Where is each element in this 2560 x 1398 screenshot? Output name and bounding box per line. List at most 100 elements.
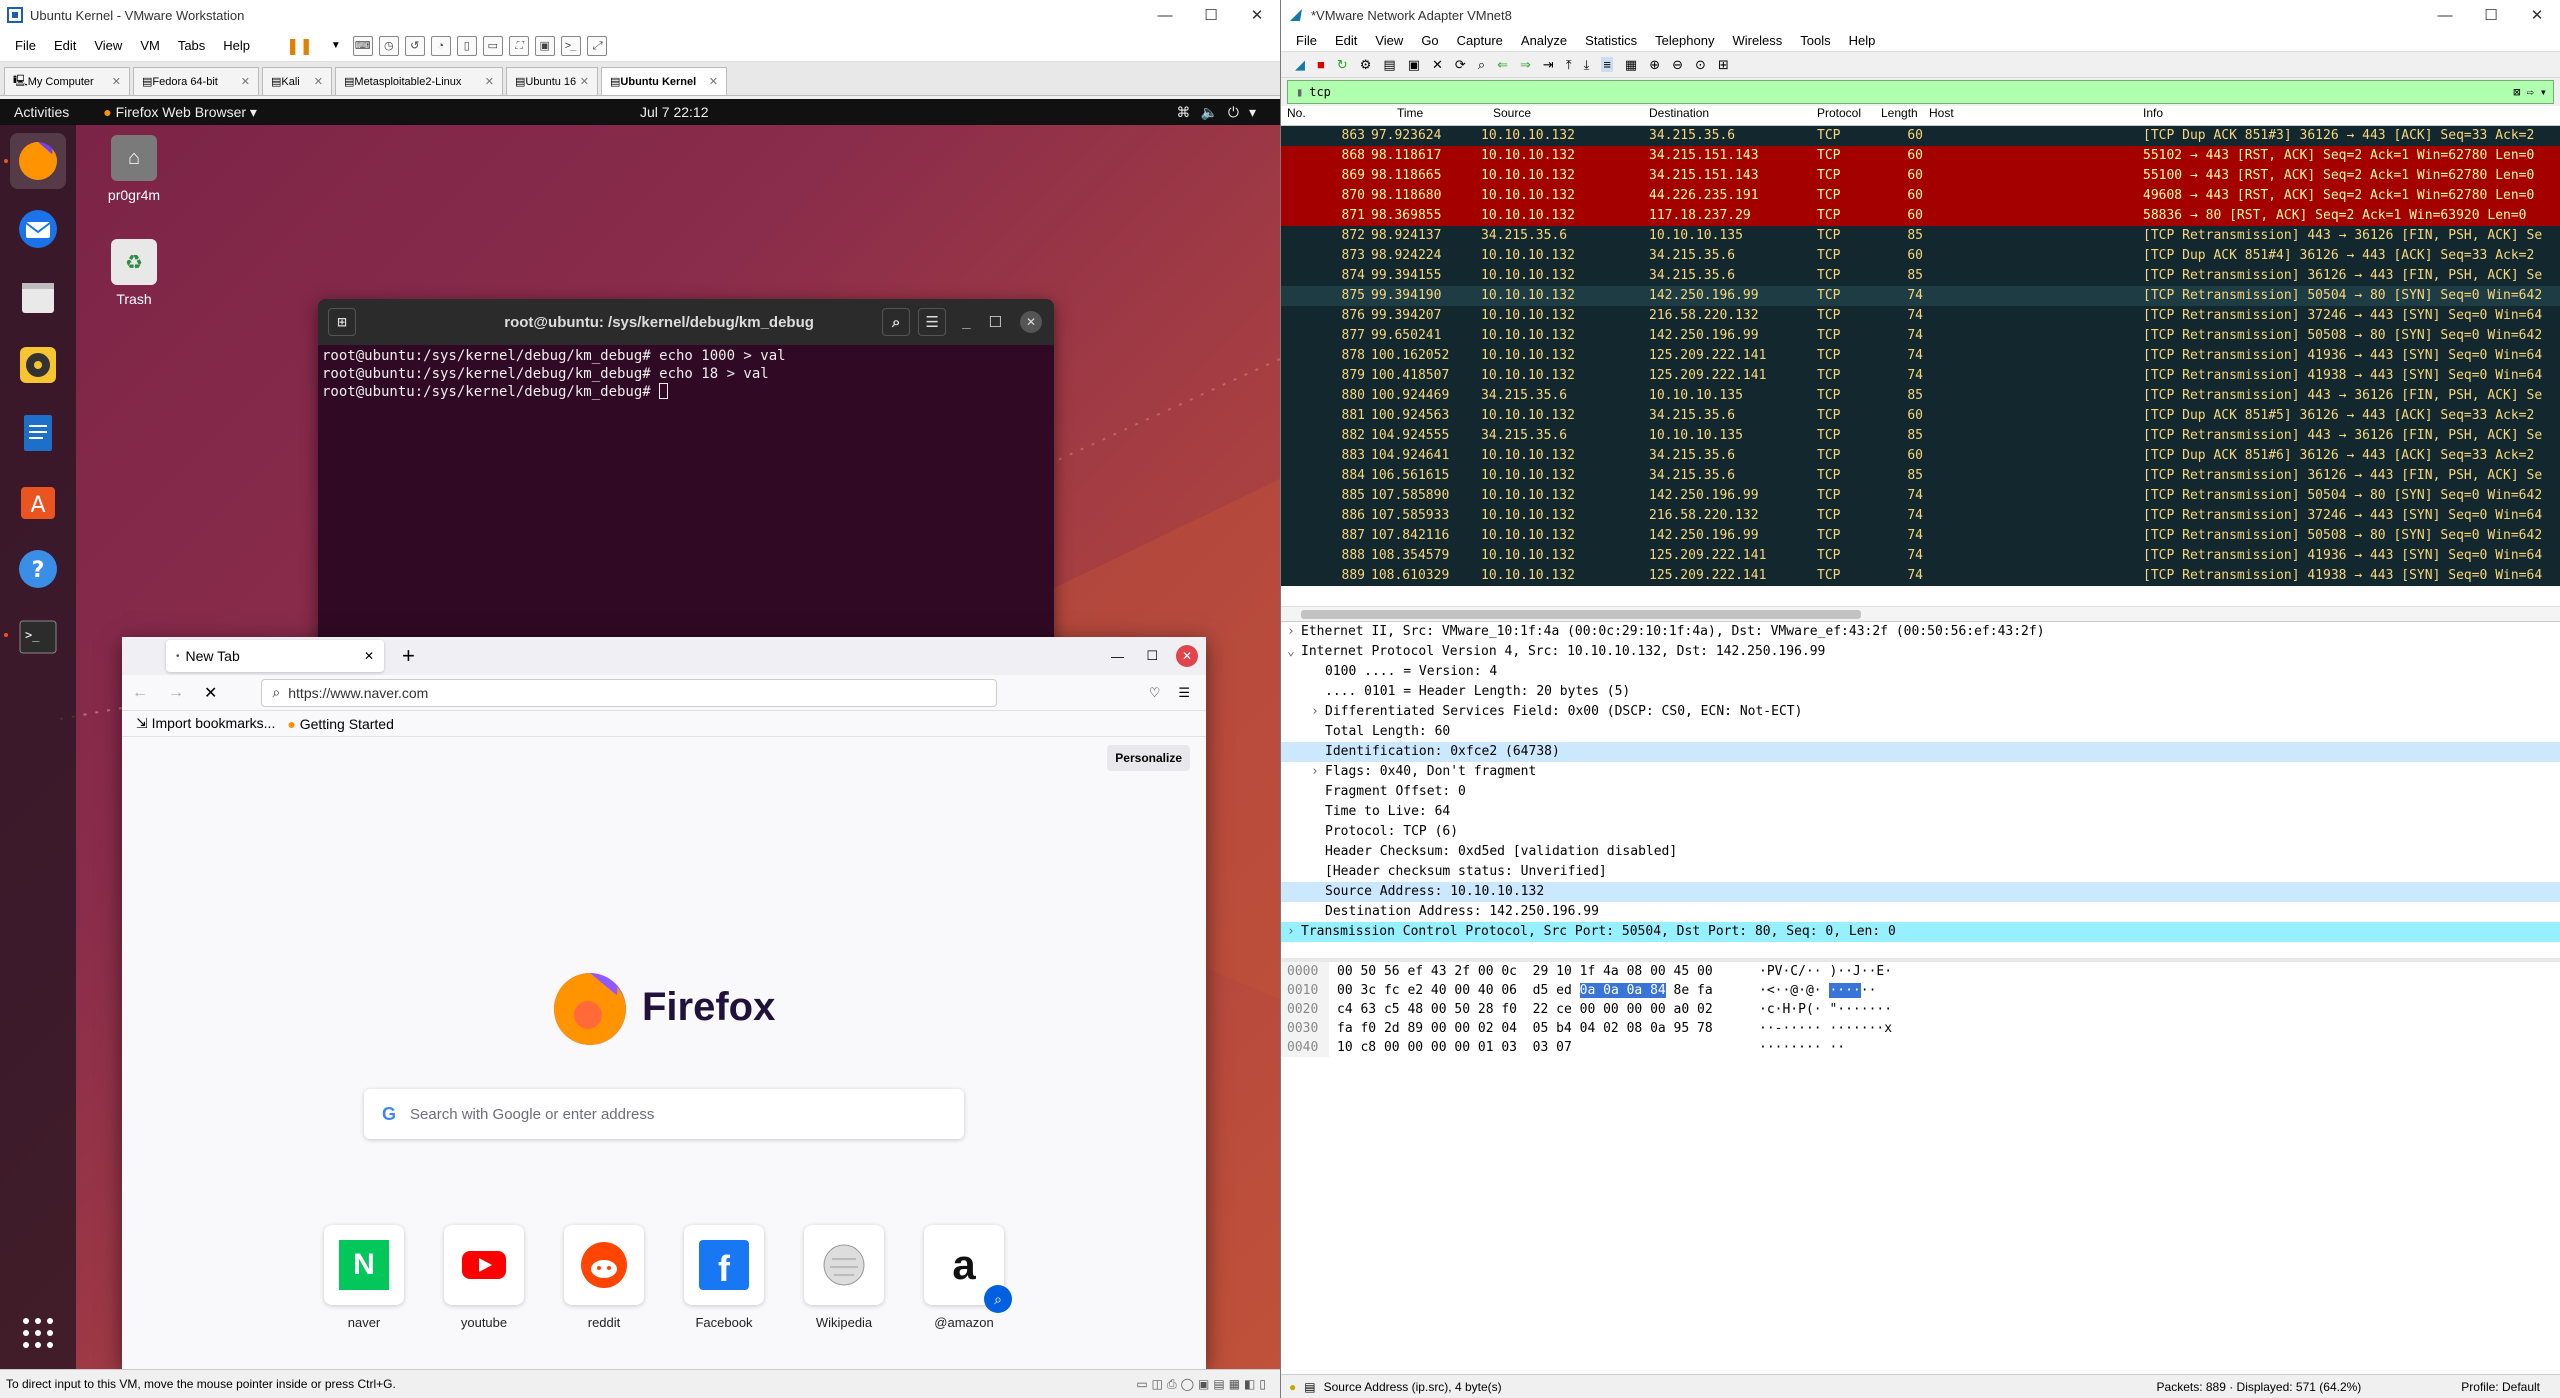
close-button[interactable]: ✕ <box>1176 645 1198 667</box>
packet-list[interactable]: 863 97.923624 10.10.10.132 34.215.35.6 TCP 60… <box>1281 126 2560 606</box>
go-last-icon[interactable]: ⤓ <box>1584 57 1590 73</box>
horizontal-scrollbar[interactable] <box>1281 606 2560 622</box>
detail-row[interactable]: [Header checksum status: Unverified] <box>1281 862 2560 882</box>
packet-row[interactable]: 872 98.924137 34.215.35.6 10.10.10.135 TCP 85… <box>1281 226 2560 246</box>
menu-tabs[interactable]: Tabs <box>169 38 214 53</box>
shortcut-naver[interactable]: N naver <box>324 1225 404 1330</box>
shortcut-facebook[interactable]: f Facebook <box>684 1225 764 1330</box>
capture-options-icon[interactable]: ⚙ <box>1360 57 1372 73</box>
back-button[interactable]: ← <box>132 684 148 702</box>
send-keys-icon[interactable]: ⌨ <box>352 35 373 56</box>
revert-snapshot-icon[interactable]: ↺ <box>404 35 425 56</box>
col-time[interactable]: Time <box>1365 106 1475 125</box>
snapshot-manager-icon[interactable]: ◔ <box>430 35 451 56</box>
detail-row[interactable]: ⌄ Internet Protocol Version 4, Src: 10.10… <box>1281 642 2560 662</box>
bytes-row[interactable]: 0040 10 c8 00 00 00 00 01 03 03 07 ·······… <box>1281 1038 2560 1057</box>
menu-go[interactable]: Go <box>1412 33 1447 48</box>
menu-help[interactable]: Help <box>1840 33 1885 48</box>
restart-capture-icon[interactable]: ↻ <box>1337 57 1348 73</box>
packet-row[interactable]: 874 99.394155 10.10.10.132 34.215.35.6 TCP 85… <box>1281 266 2560 286</box>
col-length[interactable]: Length <box>1875 106 1923 125</box>
display-filter-input[interactable]: ▮ tcp ⊠ ⇨ ▾ <box>1287 80 2554 104</box>
autoscroll-icon[interactable]: ≡ <box>1601 57 1613 72</box>
bytes-row[interactable]: 0000 00 50 56 ef 43 2f 00 0c 29 10 1f 4a … <box>1281 962 2560 981</box>
save-file-icon[interactable]: ▣ <box>1408 57 1420 73</box>
snapshot-icon[interactable]: ◷ <box>378 35 399 56</box>
menu-statistics[interactable]: Statistics <box>1576 33 1646 48</box>
go-forward-icon[interactable]: ⇒ <box>1520 57 1531 73</box>
packet-row[interactable]: 889 108.610329 10.10.10.132 125.209.222.141… <box>1281 566 2560 586</box>
bytes-row[interactable]: 0010 00 3c fc e2 40 00 40 06 d5 ed 0a 0a … <box>1281 981 2560 1000</box>
close-icon[interactable]: ✕ <box>241 75 250 88</box>
clear-filter-icon[interactable]: ⊠ <box>2513 85 2520 99</box>
maximize-button[interactable]: ☐ <box>1146 648 1158 664</box>
close-icon[interactable]: ✕ <box>485 75 494 88</box>
clock[interactable]: Jul 7 22:12 <box>640 104 709 120</box>
go-back-icon[interactable]: ⇐ <box>1497 57 1508 73</box>
bookmark-filter-icon[interactable]: ▮ <box>1296 85 1303 99</box>
minimize-button[interactable]: _ <box>962 314 970 331</box>
chevron-down-icon[interactable]: ▾ <box>2540 85 2547 99</box>
expander-icon[interactable]: ⌄ <box>1287 642 1301 662</box>
col-host[interactable]: Host <box>1923 106 2137 125</box>
app-menu[interactable]: ● Firefox Web Browser ▾ <box>83 104 257 121</box>
menu-vm[interactable]: VM <box>131 38 169 53</box>
firefox-icon[interactable] <box>10 133 66 189</box>
bookmark-import[interactable]: ⇲ Import bookmarks... <box>136 715 275 732</box>
detail-row[interactable]: Fragment Offset: 0 <box>1281 782 2560 802</box>
col-protocol[interactable]: Protocol <box>1811 106 1875 125</box>
detail-row[interactable]: Protocol: TCP (6) <box>1281 822 2560 842</box>
activities-button[interactable]: Activities <box>0 104 83 120</box>
url-bar[interactable]: ⌕ https://www.naver.com <box>261 678 998 707</box>
apply-filter-icon[interactable]: ⇨ <box>2527 85 2534 99</box>
detail-row[interactable]: Total Length: 60 <box>1281 722 2560 742</box>
close-file-icon[interactable]: ✕ <box>1432 57 1443 73</box>
capture-file-icon[interactable]: ▤ <box>1304 1380 1315 1394</box>
close-button[interactable]: ✕ <box>1234 0 1280 30</box>
packet-row[interactable]: 880 100.924469 34.215.35.6 10.10.10.135 TCP 8… <box>1281 386 2560 406</box>
detail-row[interactable]: › Transmission Control Protocol, Src Port… <box>1281 922 2560 942</box>
hamburger-menu-icon[interactable]: ☰ <box>1178 685 1190 701</box>
search-box[interactable]: G Search with Google or enter address <box>364 1089 964 1139</box>
zoom-reset-icon[interactable]: ⊙ <box>1695 57 1706 73</box>
terminal-output[interactable]: root@ubuntu:/sys/kernel/debug/km_debug# … <box>318 345 1054 403</box>
expert-info-icon[interactable]: ● <box>1289 1380 1296 1394</box>
minimize-button[interactable]: — <box>1142 0 1188 30</box>
start-capture-icon[interactable]: ◢ <box>1295 57 1305 73</box>
menu-file[interactable]: File <box>1287 33 1326 48</box>
packet-row[interactable]: 873 98.924224 10.10.10.132 34.215.35.6 TCP 60… <box>1281 246 2560 266</box>
go-first-icon[interactable]: ⤒ <box>1566 57 1572 73</box>
shortcut-amazon[interactable]: a ⌕ @amazon <box>924 1225 1012 1330</box>
shortcut-wikipedia[interactable]: Wikipedia <box>804 1225 884 1330</box>
col-no[interactable]: No. <box>1281 106 1365 125</box>
menu-file[interactable]: File <box>6 38 45 53</box>
find-packet-icon[interactable]: ⌕ <box>1478 57 1485 73</box>
device-icons[interactable]: ▭◫⎙◯▣▤▦◧▯ <box>1136 1377 1270 1392</box>
desktop-icon-home[interactable]: ⌂ pr0gr4m <box>84 135 184 203</box>
packet-row[interactable]: 884 106.561615 10.10.10.132 34.215.35.6 TCP 8… <box>1281 466 2560 486</box>
close-icon[interactable]: ✕ <box>709 75 718 88</box>
packet-row[interactable]: 879 100.418507 10.10.10.132 125.209.222.141… <box>1281 366 2560 386</box>
forward-button[interactable]: → <box>168 684 184 702</box>
expander-icon[interactable]: › <box>1311 762 1325 782</box>
packet-row[interactable]: 887 107.842116 10.10.10.132 142.250.196.99 T… <box>1281 526 2560 546</box>
detail-row[interactable]: Time to Live: 64 <box>1281 802 2560 822</box>
shortcut-youtube[interactable]: youtube <box>444 1225 524 1330</box>
thunderbird-icon[interactable] <box>10 201 66 257</box>
pause-icon[interactable]: ❚❚ <box>277 36 322 56</box>
close-icon[interactable]: ✕ <box>314 75 323 88</box>
detail-row[interactable]: › Differentiated Services Field: 0x00 (DS… <box>1281 702 2560 722</box>
packet-row[interactable]: 876 99.394207 10.10.10.132 216.58.220.132 TC… <box>1281 306 2560 326</box>
menu-view[interactable]: View <box>85 38 131 53</box>
detail-row[interactable]: Header Checksum: 0xd5ed [validation disa… <box>1281 842 2560 862</box>
col-info[interactable]: Info <box>2137 106 2560 125</box>
system-tray[interactable]: ⌘🔈⏻▾ <box>1176 104 1266 121</box>
guest-desktop[interactable]: Activities ● Firefox Web Browser ▾ Jul 7… <box>0 99 1280 1369</box>
packet-row[interactable]: 877 99.650241 10.10.10.132 142.250.196.99 TC… <box>1281 326 2560 346</box>
vm-tab-active[interactable]: ▤ Ubuntu Kernel ✕ <box>601 67 727 95</box>
new-tab-icon[interactable]: ⊞ <box>328 308 356 336</box>
detail-row[interactable]: Source Address: 10.10.10.132 <box>1281 882 2560 902</box>
packet-row[interactable]: 885 107.585890 10.10.10.132 142.250.196.99 T… <box>1281 486 2560 506</box>
col-source[interactable]: Source <box>1475 106 1643 125</box>
menu-capture[interactable]: Capture <box>1448 33 1512 48</box>
